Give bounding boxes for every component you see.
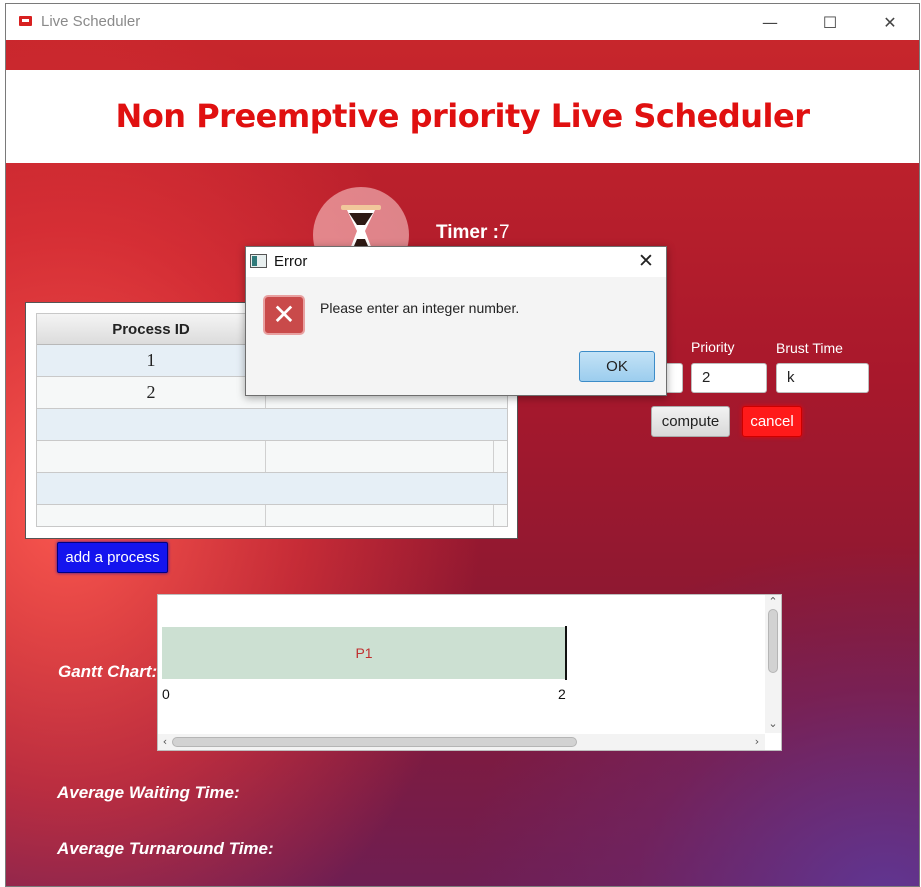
timer-label: Timer : — [436, 222, 500, 243]
table-row[interactable] — [37, 409, 507, 441]
scroll-down-icon[interactable]: ⌄ — [766, 717, 780, 730]
minimize-button[interactable]: — — [747, 9, 793, 37]
scroll-up-icon[interactable]: ⌃ — [766, 595, 780, 608]
close-button[interactable]: ✕ — [867, 9, 913, 37]
header-band: Non Preemptive priority Live Scheduler — [6, 70, 919, 163]
gantt-bar-end-marker — [565, 626, 567, 680]
timer-value: 7 — [499, 222, 510, 243]
column-divider — [265, 441, 266, 472]
scroll-right-icon[interactable]: › — [750, 735, 764, 748]
horizontal-scroll-thumb[interactable] — [172, 737, 577, 747]
dialog-window-icon — [250, 254, 267, 268]
page-title: Non Preemptive priority Live Scheduler — [115, 97, 810, 135]
horizontal-scrollbar[interactable]: ‹ › — [158, 734, 765, 750]
window-titlebar: Live Scheduler — ☐ ✕ — [6, 4, 919, 40]
burst-time-label: Brust Time — [776, 340, 843, 356]
window-title: Live Scheduler — [41, 13, 141, 30]
table-row[interactable] — [37, 505, 507, 526]
gantt-chart-label: Gantt Chart: — [58, 662, 158, 681]
dialog-message: Please enter an integer number. — [320, 300, 520, 316]
priority-input[interactable]: 2 — [691, 363, 767, 393]
gantt-chart-panel: P1 0 2 ⌃ ⌄ ‹ › — [157, 594, 782, 751]
process-id-cell: 1 — [146, 350, 156, 370]
table-row[interactable] — [37, 441, 507, 473]
app-window: Live Scheduler — ☐ ✕ Non Preemptive prio… — [5, 3, 920, 887]
process-id-cell — [37, 505, 265, 526]
maximize-button[interactable]: ☐ — [807, 9, 853, 37]
table-row[interactable] — [37, 473, 507, 505]
add-process-button[interactable]: add a process — [57, 542, 168, 573]
column-divider — [265, 505, 266, 526]
process-id-cell — [37, 409, 265, 440]
process-id-cell — [37, 441, 265, 472]
average-waiting-time-label: Average Waiting Time: — [57, 783, 240, 802]
dialog-close-icon[interactable]: ✕ — [634, 250, 658, 272]
burst-time-input[interactable]: k — [776, 363, 869, 393]
ok-button[interactable]: OK — [579, 351, 655, 382]
column-divider — [493, 505, 494, 526]
compute-button[interactable]: compute — [651, 406, 730, 437]
main-content: Non Preemptive priority Live Scheduler T… — [6, 40, 919, 886]
vertical-scrollbar[interactable]: ⌃ ⌄ — [765, 595, 781, 733]
error-dialog: Error ✕ ✕ Please enter an integer number… — [245, 246, 667, 396]
error-icon: ✕ — [263, 295, 305, 335]
timer-display: Timer :7 — [436, 222, 510, 244]
average-turnaround-time-label: Average Turnaround Time: — [57, 839, 274, 858]
cancel-button[interactable]: cancel — [742, 406, 802, 437]
gantt-bar: P1 — [162, 627, 566, 679]
dialog-titlebar: Error ✕ — [246, 247, 666, 277]
process-id-cell: 2 — [146, 382, 156, 402]
gantt-bar-label: P1 — [355, 645, 373, 661]
app-icon — [19, 16, 32, 26]
process-id-cell — [37, 473, 265, 504]
column-divider — [493, 441, 494, 472]
priority-label: Priority — [691, 339, 735, 355]
gantt-tick-label: 2 — [558, 686, 566, 702]
column-header-process-id[interactable]: Process ID — [37, 314, 265, 345]
scroll-left-icon[interactable]: ‹ — [158, 735, 172, 748]
dialog-title: Error — [274, 253, 308, 270]
gantt-tick-label: 0 — [162, 686, 170, 702]
vertical-scroll-thumb[interactable] — [768, 609, 778, 673]
